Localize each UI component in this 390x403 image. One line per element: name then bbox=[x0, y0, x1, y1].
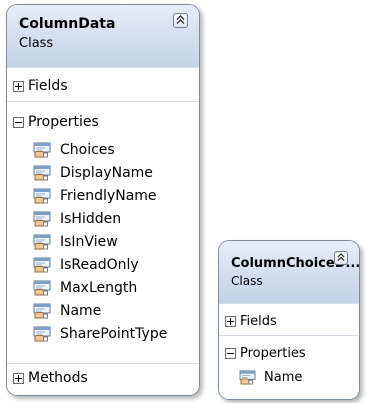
double-chevron-up-icon[interactable] bbox=[334, 251, 348, 265]
member-name: IsHidden bbox=[60, 211, 122, 227]
class-header[interactable]: ColumnChoiceD... Class bbox=[219, 241, 359, 304]
list-item[interactable]: IsHidden bbox=[33, 211, 121, 227]
fields-compartment: Fields bbox=[219, 303, 359, 336]
compartment-label: Properties bbox=[28, 114, 99, 130]
class-stereotype: Class bbox=[19, 36, 54, 51]
property-hand-icon bbox=[33, 211, 51, 227]
plus-box-icon[interactable] bbox=[13, 80, 24, 92]
list-item[interactable]: MaxLength bbox=[33, 280, 137, 296]
list-item[interactable]: SharePointType bbox=[33, 326, 167, 342]
plus-box-icon[interactable] bbox=[13, 372, 24, 384]
list-item[interactable]: Name bbox=[33, 303, 101, 319]
member-name: IsReadOnly bbox=[60, 257, 139, 273]
class-stereotype: Class bbox=[231, 274, 263, 288]
list-item[interactable]: IsReadOnly bbox=[33, 257, 139, 273]
list-item[interactable]: IsInView bbox=[33, 234, 118, 250]
compartment-toggle-methods[interactable]: Methods bbox=[13, 370, 88, 386]
compartment-label: Fields bbox=[28, 78, 68, 94]
member-name: Choices bbox=[60, 142, 115, 158]
list-item[interactable]: Choices bbox=[33, 142, 115, 158]
property-hand-icon bbox=[33, 303, 51, 319]
property-hand-icon bbox=[33, 165, 51, 181]
property-hand-icon bbox=[33, 188, 51, 204]
methods-compartment: Methods bbox=[7, 363, 199, 395]
member-name: FriendlyName bbox=[60, 188, 157, 204]
property-hand-icon bbox=[33, 142, 51, 158]
compartment-toggle-fields[interactable]: Fields bbox=[225, 314, 277, 329]
properties-compartment: Properties Choices DisplayName FriendlyN… bbox=[7, 101, 199, 364]
property-hand-icon bbox=[33, 234, 51, 250]
list-item[interactable]: DisplayName bbox=[33, 165, 153, 181]
properties-compartment: Properties Name bbox=[219, 335, 359, 399]
class-shape-column-choice-data[interactable]: ColumnChoiceD... Class Fields Properties bbox=[218, 240, 360, 400]
minus-box-icon[interactable] bbox=[225, 348, 236, 359]
member-name: SharePointType bbox=[60, 326, 168, 342]
compartment-label: Properties bbox=[240, 346, 306, 361]
member-name: IsInView bbox=[60, 234, 118, 250]
member-name: MaxLength bbox=[60, 280, 138, 296]
class-shape-column-data[interactable]: ColumnData Class Fields Properties Choic… bbox=[6, 4, 200, 396]
class-diagram-canvas: ColumnData Class Fields Properties Choic… bbox=[0, 0, 390, 403]
compartment-toggle-properties[interactable]: Properties bbox=[225, 346, 306, 361]
compartment-toggle-properties[interactable]: Properties bbox=[13, 114, 99, 130]
member-name: DisplayName bbox=[60, 165, 153, 181]
compartment-toggle-fields[interactable]: Fields bbox=[13, 78, 68, 94]
compartment-label: Methods bbox=[28, 370, 88, 386]
class-header[interactable]: ColumnData Class bbox=[7, 5, 199, 68]
property-hand-icon bbox=[33, 326, 51, 342]
minus-box-icon[interactable] bbox=[13, 116, 24, 128]
member-name: Name bbox=[264, 370, 303, 385]
plus-box-icon[interactable] bbox=[225, 316, 236, 327]
property-hand-icon bbox=[33, 257, 51, 273]
list-item[interactable]: Name bbox=[239, 370, 302, 385]
double-chevron-up-icon[interactable] bbox=[173, 13, 188, 28]
list-item[interactable]: FriendlyName bbox=[33, 188, 157, 204]
member-name: Name bbox=[60, 303, 102, 319]
compartment-label: Fields bbox=[240, 314, 277, 329]
property-hand-icon bbox=[239, 370, 256, 385]
fields-compartment: Fields bbox=[7, 67, 199, 102]
class-name: ColumnData bbox=[19, 16, 116, 32]
property-hand-icon bbox=[33, 280, 51, 296]
